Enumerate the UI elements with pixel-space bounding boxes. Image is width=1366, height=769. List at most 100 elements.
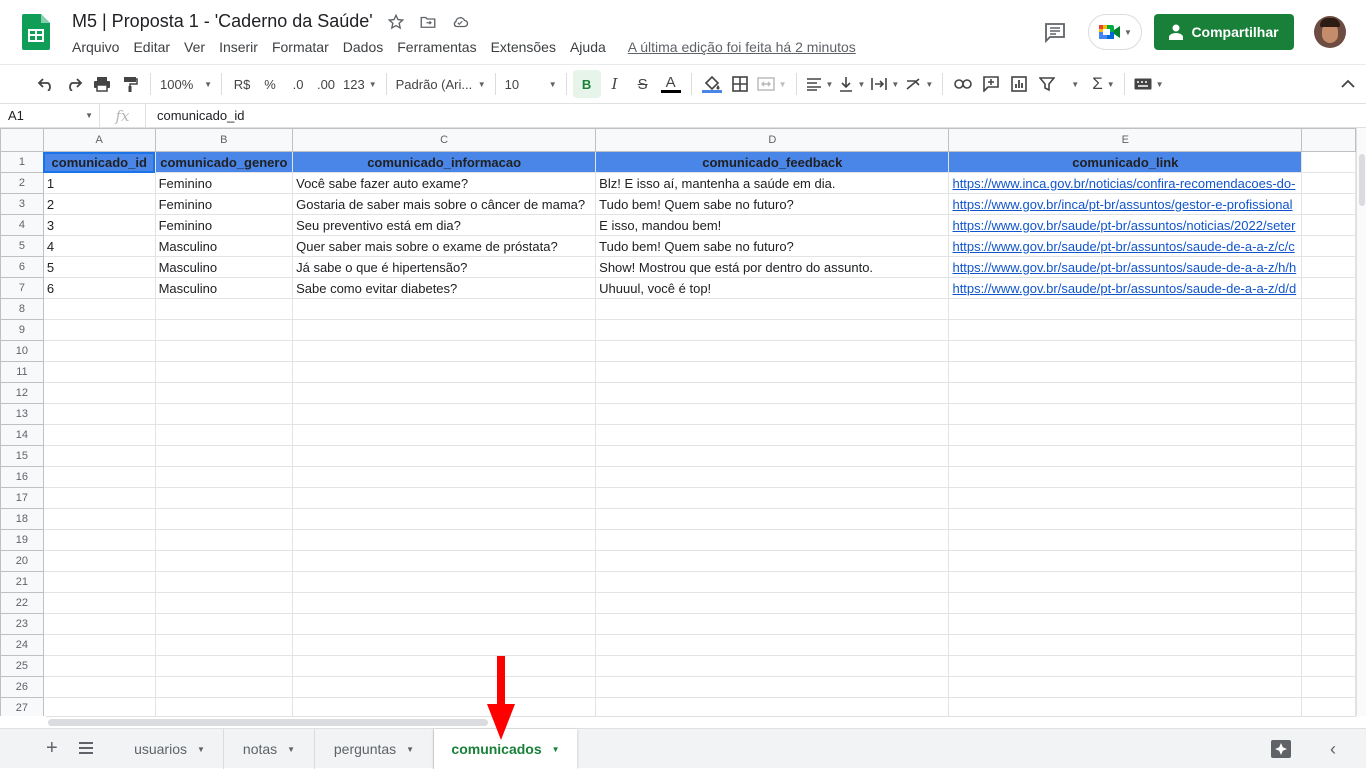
cell[interactable]	[42, 613, 156, 635]
fill-color-icon[interactable]	[698, 70, 726, 98]
menu-editar[interactable]: Editar	[133, 39, 170, 55]
cell[interactable]	[1301, 466, 1356, 488]
cell-feedback[interactable]: E isso, mandou bem!	[595, 214, 950, 236]
cell-feedback[interactable]: Uhuuul, você é top!	[595, 277, 950, 299]
currency-button[interactable]: R$	[228, 70, 256, 98]
cell[interactable]	[42, 445, 156, 467]
cell[interactable]	[1301, 361, 1356, 383]
cell[interactable]	[292, 529, 597, 551]
cell[interactable]	[292, 508, 597, 530]
cell[interactable]	[948, 613, 1303, 635]
cell[interactable]	[292, 424, 597, 446]
cell[interactable]	[292, 676, 597, 698]
cell[interactable]	[595, 613, 950, 635]
cell-link[interactable]: https://www.gov.br/inca/pt-br/assuntos/g…	[948, 193, 1303, 215]
cell[interactable]	[948, 445, 1303, 467]
cell[interactable]	[154, 298, 294, 320]
cell[interactable]	[42, 298, 156, 320]
tab-notas[interactable]: notas ▼	[224, 729, 315, 769]
vertical-scrollbar[interactable]	[1356, 128, 1366, 716]
row-header[interactable]: 2	[0, 172, 44, 194]
cell[interactable]	[42, 382, 156, 404]
cell-genero[interactable]: Masculino	[154, 277, 294, 299]
cell[interactable]	[1301, 172, 1356, 194]
cell-link[interactable]: https://www.gov.br/saude/pt-br/assuntos/…	[948, 256, 1303, 278]
cell[interactable]	[154, 508, 294, 530]
cell[interactable]	[1301, 445, 1356, 467]
cell[interactable]	[292, 382, 597, 404]
cell[interactable]	[1301, 298, 1356, 320]
borders-icon[interactable]	[726, 70, 754, 98]
cell[interactable]	[1301, 592, 1356, 614]
select-all-corner[interactable]	[0, 128, 44, 152]
cell[interactable]	[595, 466, 950, 488]
cell[interactable]	[595, 487, 950, 509]
cell[interactable]	[948, 340, 1303, 362]
avatar[interactable]	[1314, 16, 1346, 48]
percent-button[interactable]: %	[256, 70, 284, 98]
cell[interactable]	[948, 634, 1303, 656]
comments-icon[interactable]	[1043, 20, 1067, 44]
cell[interactable]	[154, 550, 294, 572]
cell-feedback[interactable]: Tudo bem! Quem sabe no futuro?	[595, 193, 950, 215]
cell[interactable]	[292, 697, 597, 716]
cell[interactable]	[154, 340, 294, 362]
menu-formatar[interactable]: Formatar	[272, 39, 329, 55]
cell[interactable]	[154, 655, 294, 677]
input-tools-icon[interactable]: ▼	[1131, 70, 1167, 98]
document-title[interactable]: M5 | Proposta 1 - 'Caderno da Saúde'	[72, 11, 373, 32]
star-icon[interactable]	[386, 12, 406, 32]
cell[interactable]	[595, 424, 950, 446]
horizontal-scrollbar[interactable]	[46, 716, 1356, 728]
name-box[interactable]: A1 ▼	[0, 103, 100, 128]
cell[interactable]	[948, 361, 1303, 383]
cell[interactable]	[292, 445, 597, 467]
row-header[interactable]: 7	[0, 277, 44, 299]
formula-input[interactable]: comunicado_id	[146, 108, 244, 123]
row-header[interactable]: 14	[0, 424, 44, 446]
cell[interactable]	[595, 529, 950, 551]
cell[interactable]	[292, 592, 597, 614]
sheets-logo-icon[interactable]	[22, 14, 50, 50]
cell[interactable]	[154, 613, 294, 635]
row-header[interactable]: 17	[0, 487, 44, 509]
cell[interactable]	[1301, 613, 1356, 635]
cell[interactable]	[292, 466, 597, 488]
cell[interactable]	[1301, 487, 1356, 509]
cell[interactable]	[42, 403, 156, 425]
row-header[interactable]: 3	[0, 193, 44, 215]
cell[interactable]	[948, 550, 1303, 572]
row-header[interactable]: 18	[0, 508, 44, 530]
cell-genero[interactable]: Masculino	[154, 256, 294, 278]
cell[interactable]	[595, 634, 950, 656]
tab-perguntas[interactable]: perguntas ▼	[315, 729, 434, 769]
cell[interactable]	[595, 361, 950, 383]
column-header-a[interactable]: A	[42, 128, 156, 152]
tab-usuarios[interactable]: usuarios ▼	[116, 729, 224, 769]
row-header[interactable]: 27	[0, 697, 44, 716]
cell[interactable]	[1301, 256, 1356, 278]
row-header[interactable]: 9	[0, 319, 44, 341]
insert-comment-icon[interactable]	[977, 70, 1005, 98]
increase-decimal-button[interactable]: .00	[312, 70, 340, 98]
redo-icon[interactable]	[60, 70, 88, 98]
cell[interactable]	[42, 634, 156, 656]
cell[interactable]	[154, 634, 294, 656]
cell[interactable]	[948, 298, 1303, 320]
row-header[interactable]: 1	[0, 151, 44, 173]
cell[interactable]	[154, 319, 294, 341]
cell[interactable]	[1301, 193, 1356, 215]
explore-icon[interactable]	[1270, 739, 1292, 759]
cell-id[interactable]: 3	[42, 214, 156, 236]
cell[interactable]	[292, 487, 597, 509]
filter-views-dropdown[interactable]: ▼	[1061, 70, 1089, 98]
collapse-menus-icon[interactable]	[1334, 70, 1362, 98]
cloud-status-icon[interactable]	[450, 12, 470, 32]
cell-header-genero[interactable]: comunicado_genero	[154, 151, 294, 173]
cell[interactable]	[948, 529, 1303, 551]
undo-icon[interactable]	[32, 70, 60, 98]
row-header[interactable]: 26	[0, 676, 44, 698]
cell[interactable]	[292, 655, 597, 677]
zoom-select[interactable]: 100% ▼	[157, 70, 215, 98]
cell[interactable]	[292, 298, 597, 320]
